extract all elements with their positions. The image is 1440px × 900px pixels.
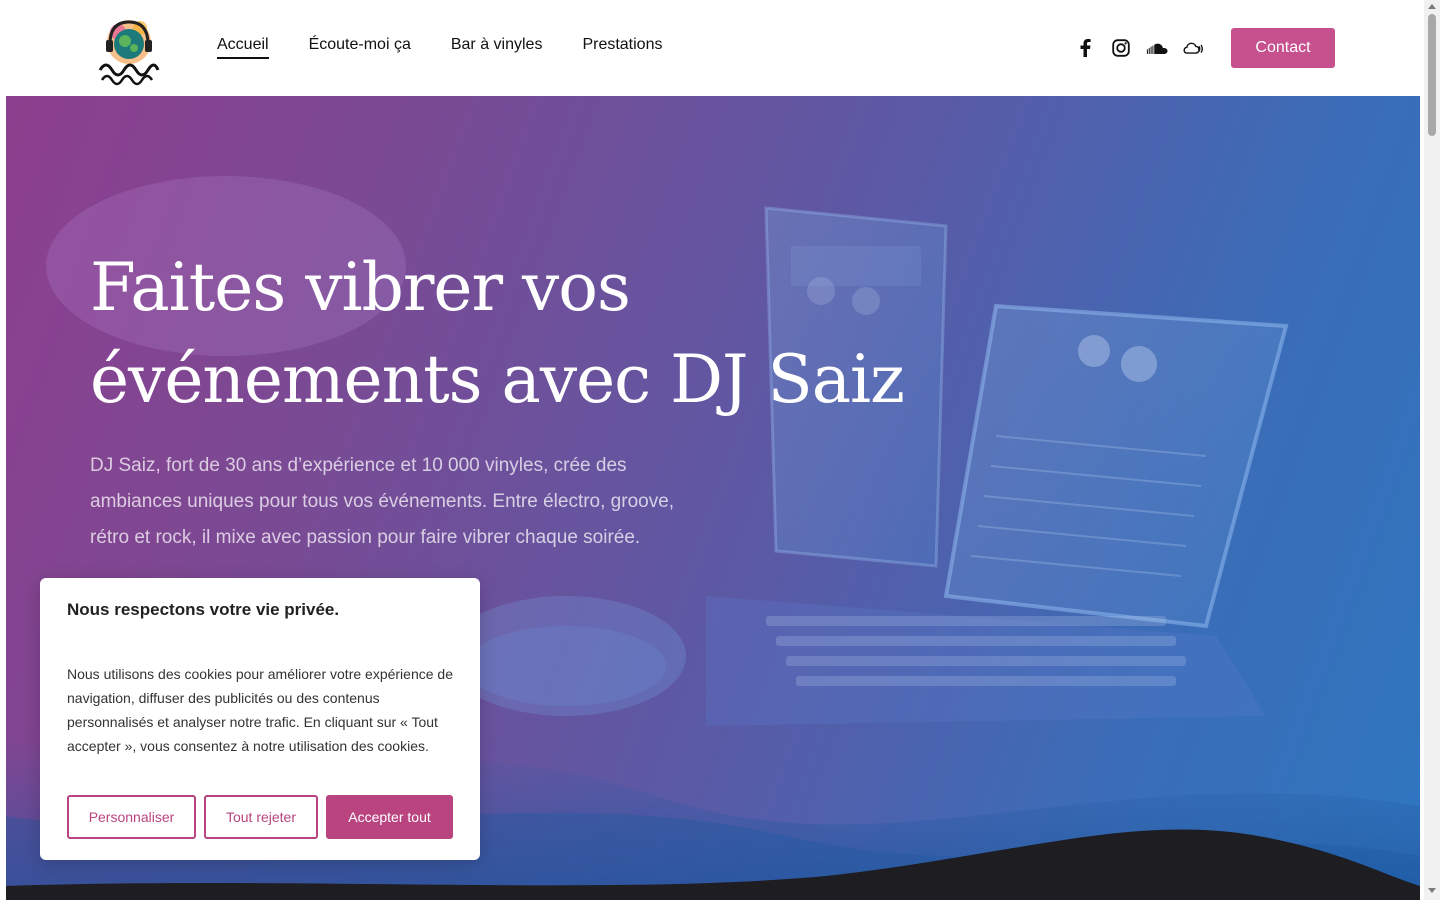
soundcloud-icon[interactable]: [1146, 37, 1168, 59]
site-logo[interactable]: [92, 10, 166, 86]
scroll-up-arrow-icon[interactable]: [1428, 4, 1436, 9]
site-header: Accueil Écoute-moi ça Bar à vinyles Pres…: [0, 0, 1424, 96]
cookie-banner: Nous respectons votre vie privée. Nous u…: [40, 578, 480, 860]
cookie-text: Nous utilisons des cookies pour améliore…: [67, 666, 453, 754]
cookie-buttons: Personnaliser Tout rejeter Accepter tout: [67, 795, 453, 839]
mixcloud-icon[interactable]: [1182, 37, 1204, 59]
social-links: [1074, 37, 1204, 59]
hero-title-line-2: événements avec DJ Saiz: [90, 341, 905, 418]
page-scrollbar[interactable]: [1424, 0, 1440, 900]
scroll-thumb[interactable]: [1428, 14, 1436, 136]
accept-all-button[interactable]: Accepter tout: [326, 795, 453, 839]
reject-all-button[interactable]: Tout rejeter: [204, 795, 318, 839]
nav-accueil[interactable]: Accueil: [217, 36, 269, 59]
customize-button[interactable]: Personnaliser: [67, 795, 196, 839]
hero-description: DJ Saiz, fort de 30 ans d’expérience et …: [90, 455, 675, 548]
main-nav: Accueil Écoute-moi ça Bar à vinyles Pres…: [217, 36, 662, 59]
cookie-title: Nous respectons votre vie privée.: [67, 600, 340, 619]
hero-title: Faites vibrer vos événements avec DJ Sai…: [90, 242, 990, 426]
nav-bar-a-vinyles[interactable]: Bar à vinyles: [451, 36, 543, 58]
nav-ecoute-moi-ca[interactable]: Écoute-moi ça: [309, 36, 411, 58]
scroll-down-arrow-icon[interactable]: [1428, 888, 1436, 893]
nav-prestations[interactable]: Prestations: [582, 36, 662, 58]
contact-button[interactable]: Contact: [1231, 28, 1335, 68]
instagram-icon[interactable]: [1110, 37, 1132, 59]
hero-title-line-1: Faites vibrer vos: [90, 249, 631, 326]
facebook-icon[interactable]: [1074, 37, 1096, 59]
